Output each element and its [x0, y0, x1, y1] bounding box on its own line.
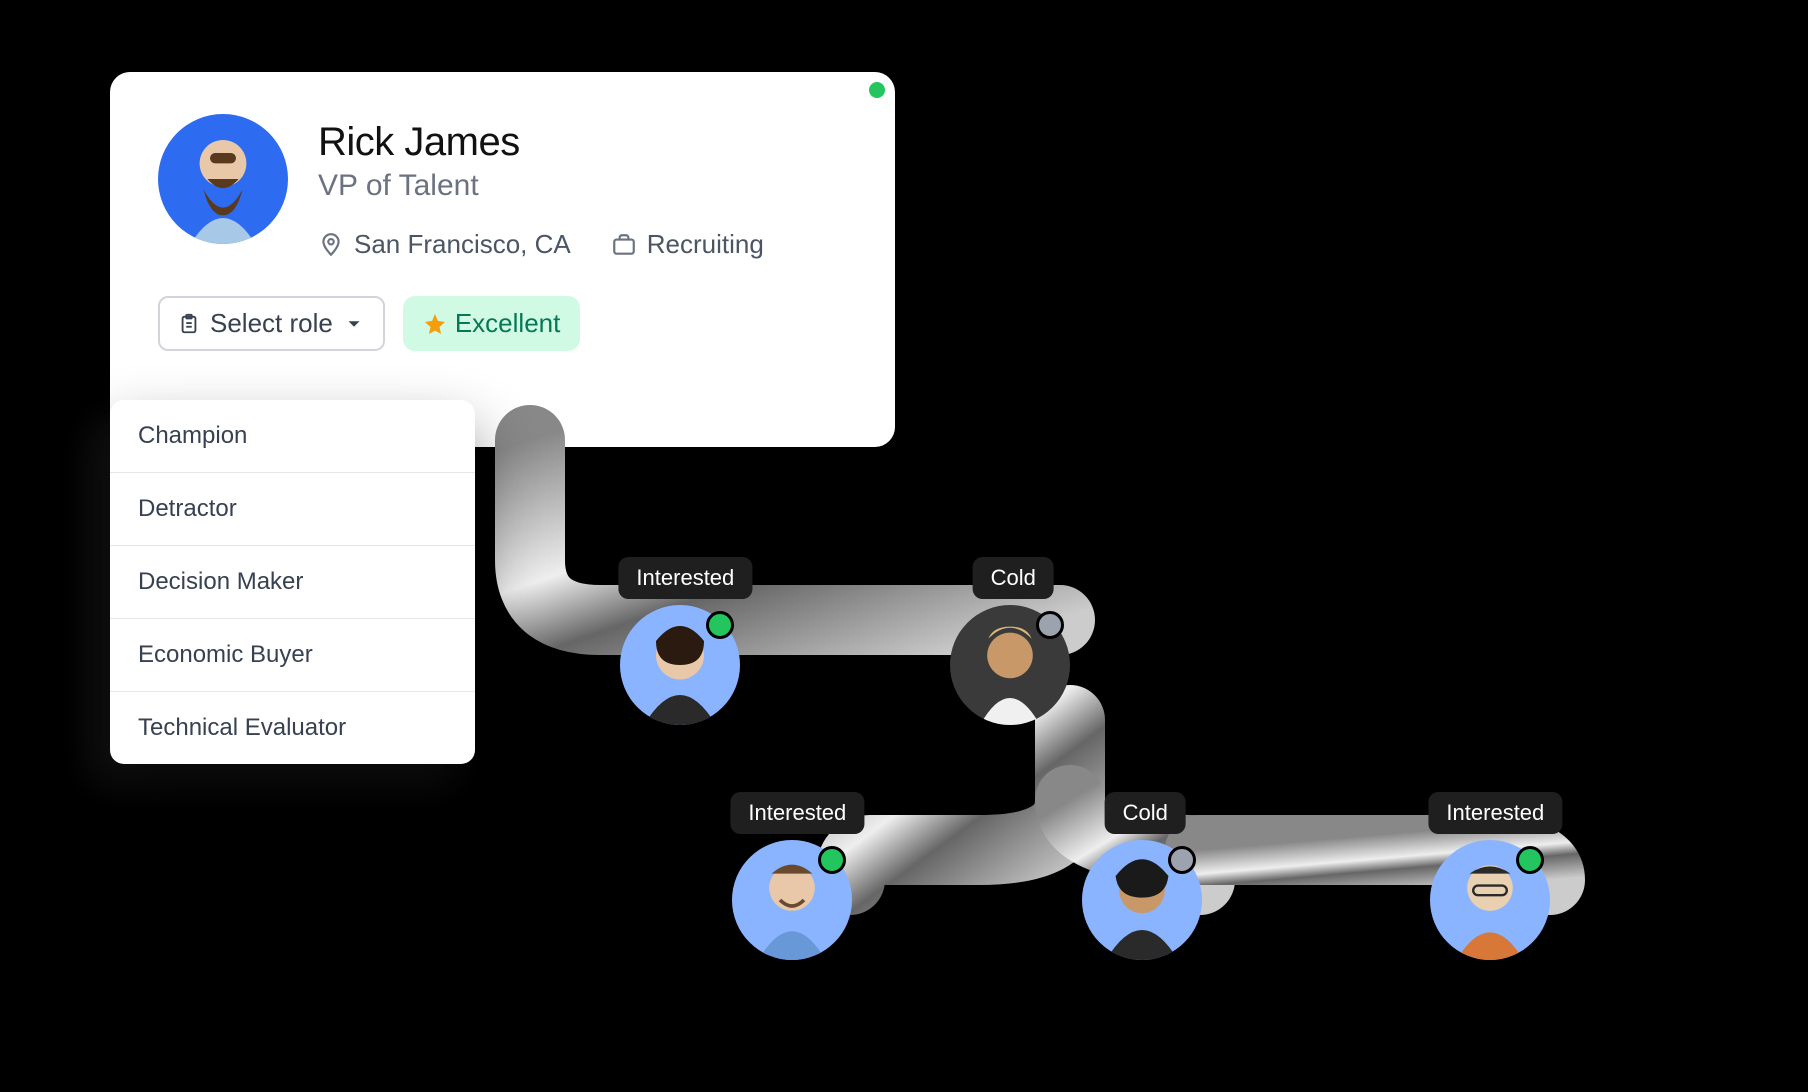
contact-card: Rick James VP of Talent San Francisco, C… — [110, 72, 895, 447]
node-status-dot — [1168, 846, 1196, 874]
contact-name: Rick James — [318, 120, 764, 165]
location-text: San Francisco, CA — [354, 229, 571, 260]
department-field: Recruiting — [611, 229, 764, 260]
node-status-label: Interested — [1428, 792, 1562, 834]
role-option-technical-evaluator[interactable]: Technical Evaluator — [110, 692, 475, 764]
role-option-economic-buyer[interactable]: Economic Buyer — [110, 619, 475, 692]
rating-label: Excellent — [455, 308, 561, 339]
org-node-n5[interactable]: Interested — [1430, 840, 1550, 960]
contact-avatar — [158, 114, 288, 244]
status-indicator — [869, 82, 885, 98]
department-text: Recruiting — [647, 229, 764, 260]
briefcase-icon — [611, 232, 637, 258]
chevron-down-icon — [343, 313, 365, 335]
node-status-dot — [1036, 611, 1064, 639]
star-icon — [423, 312, 447, 336]
org-node-n3[interactable]: Interested — [732, 840, 852, 960]
node-status-label: Interested — [618, 557, 752, 599]
node-status-label: Interested — [730, 792, 864, 834]
role-option-decision-maker[interactable]: Decision Maker — [110, 546, 475, 619]
location-pin-icon — [318, 232, 344, 258]
org-node-n1[interactable]: Interested — [620, 605, 740, 725]
clipboard-icon — [178, 313, 200, 335]
rating-badge: Excellent — [403, 296, 581, 351]
role-option-champion[interactable]: Champion — [110, 400, 475, 473]
node-status-dot — [706, 611, 734, 639]
node-status-dot — [1516, 846, 1544, 874]
select-role-dropdown[interactable]: Select role — [158, 296, 385, 351]
org-node-n4[interactable]: Cold — [1082, 840, 1202, 960]
select-role-label: Select role — [210, 308, 333, 339]
role-options-menu: Champion Detractor Decision Maker Econom… — [110, 400, 475, 764]
node-status-label: Cold — [1105, 792, 1186, 834]
org-node-n2[interactable]: Cold — [950, 605, 1070, 725]
node-status-dot — [818, 846, 846, 874]
location-field: San Francisco, CA — [318, 229, 571, 260]
contact-title: VP of Talent — [318, 169, 764, 203]
role-option-detractor[interactable]: Detractor — [110, 473, 475, 546]
node-status-label: Cold — [973, 557, 1054, 599]
